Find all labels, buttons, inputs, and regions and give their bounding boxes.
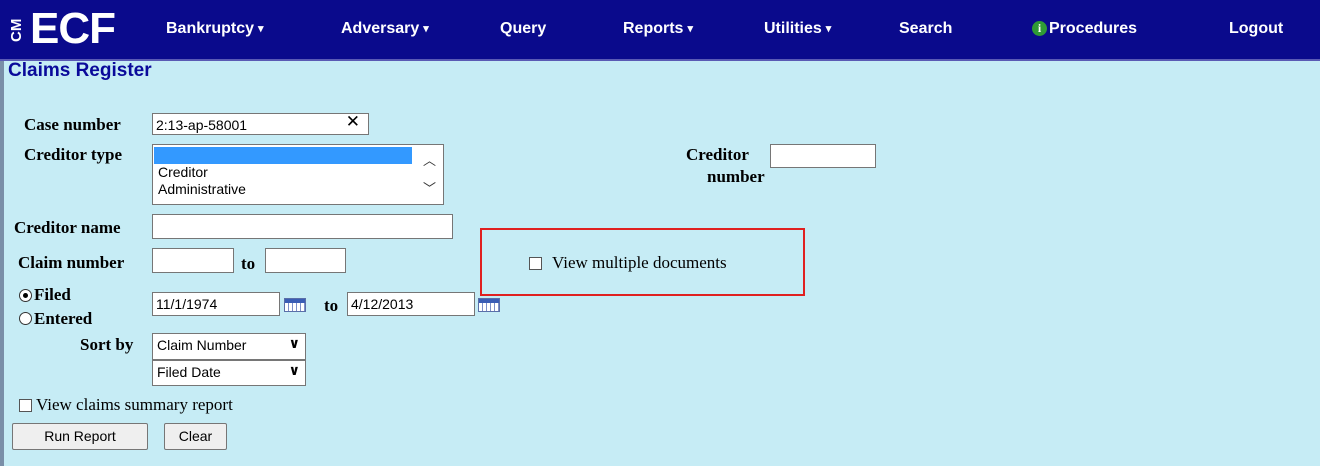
scroll-down-icon[interactable]: ﹀ [423, 178, 436, 197]
creditor-name-field[interactable] [152, 214, 453, 239]
creditor-type-listbox[interactable]: Creditor Administrative ︿ ﹀ [152, 144, 444, 205]
logo-ecf-text: ECF [30, 4, 116, 53]
case-number-value: 2:13-ap-58001 [156, 117, 248, 133]
entered-radio[interactable] [19, 312, 32, 325]
view-claims-summary-checkbox[interactable] [19, 399, 32, 412]
sort-by-primary-value: Claim Number [157, 337, 247, 353]
creditor-number-label-line2: number [707, 167, 765, 186]
filed-radio-label: Filed [34, 285, 71, 304]
creditor-type-option-administrative[interactable]: Administrative [154, 181, 412, 198]
calendar-icon[interactable] [284, 298, 306, 312]
nav-procedures-label: Procedures [1049, 20, 1138, 37]
claim-number-from-field[interactable] [152, 248, 234, 273]
nav-query-link[interactable]: Query [500, 20, 546, 38]
creditor-type-option-blank[interactable] [154, 147, 412, 164]
nav-query-label: Query [500, 20, 547, 37]
page-title: Claims Register [8, 60, 152, 81]
creditor-type-option-creditor[interactable]: Creditor [154, 164, 412, 181]
nav-adversary-label: Adversary [341, 20, 420, 37]
sort-by-label: Sort by [80, 335, 134, 354]
nav-reports-menu[interactable]: Reports ▾ [623, 20, 693, 38]
top-navigation-bar: CM ECF Bankruptcy ▾ Adversary ▾ Query Repo… [0, 0, 1320, 61]
claim-number-to-field[interactable] [265, 248, 346, 273]
nav-search-label: Search [899, 20, 953, 37]
date-to-field[interactable]: 4/12/2013 [347, 292, 475, 316]
date-to-label: to [324, 296, 339, 315]
info-icon: i [1032, 21, 1047, 36]
creditor-number-field[interactable] [770, 144, 876, 168]
filed-radio[interactable] [19, 289, 32, 302]
claim-number-label: Claim number [18, 253, 125, 272]
logo-cm-text: CM [8, 18, 25, 42]
case-number-field[interactable]: 2:13-ap-58001 ✕ [152, 113, 369, 135]
scroll-up-icon[interactable]: ︿ [423, 150, 436, 169]
nav-logout-label: Logout [1229, 20, 1284, 37]
date-from-field[interactable]: 11/1/1974 [152, 292, 280, 316]
claim-number-to-label: to [241, 254, 256, 273]
caret-down-icon: ▾ [258, 23, 264, 35]
creditor-type-label: Creditor type [24, 145, 123, 164]
view-claims-summary-label: View claims summary report [36, 395, 233, 414]
chevron-down-icon: ∨ [288, 336, 300, 352]
sort-by-primary-select[interactable]: Claim Number ∨ [152, 333, 306, 360]
run-report-button[interactable]: Run Report [12, 423, 148, 450]
sort-by-secondary-select[interactable]: Filed Date ∨ [152, 360, 306, 386]
window-left-edge [0, 0, 4, 466]
clear-button[interactable]: Clear [164, 423, 227, 450]
calendar-icon[interactable] [478, 298, 500, 312]
nav-adversary-menu[interactable]: Adversary ▾ [341, 20, 429, 38]
nav-reports-label: Reports [623, 20, 684, 37]
caret-down-icon: ▾ [423, 23, 429, 35]
nav-procedures-link[interactable]: i Procedures [1032, 20, 1137, 38]
caret-down-icon: ▾ [825, 23, 832, 35]
nav-utilities-label: Utilities [764, 20, 822, 37]
caret-down-icon: ▾ [687, 23, 693, 35]
nav-bankruptcy-menu[interactable]: Bankruptcy ▾ [166, 20, 264, 38]
creditor-number-label-line1: Creditor [686, 145, 749, 164]
clear-icon[interactable]: ✕ [346, 114, 360, 131]
nav-search-link[interactable]: Search [899, 20, 952, 38]
highlight-annotation-box [480, 228, 805, 296]
chevron-down-icon: ∨ [288, 363, 300, 379]
case-number-label: Case number [24, 115, 121, 134]
creditor-name-label: Creditor name [14, 218, 121, 237]
nav-bankruptcy-label: Bankruptcy [166, 20, 255, 37]
nav-utilities-menu[interactable]: Utilities ▾ [764, 20, 831, 38]
entered-radio-label: Entered [34, 309, 93, 328]
listbox-scrollbar[interactable]: ︿ ﹀ [420, 146, 442, 203]
nav-logout-link[interactable]: Logout [1229, 20, 1283, 38]
sort-by-secondary-value: Filed Date [157, 364, 221, 380]
